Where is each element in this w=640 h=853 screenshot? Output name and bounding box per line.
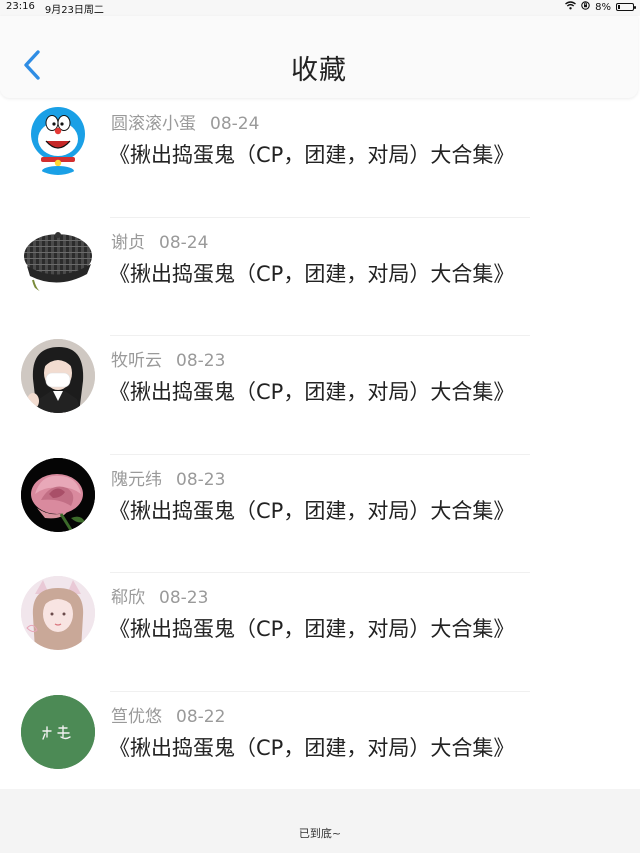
item-meta: 牧听云 08-23: [111, 346, 225, 371]
post-date: 08-22: [176, 706, 226, 727]
item-meta: 郗欣 08-23: [111, 583, 208, 608]
author-name: 郗欣: [111, 588, 145, 608]
author-name: 隗元纬: [111, 469, 162, 490]
avatar[interactable]: [21, 457, 95, 532]
status-date: 9月23日周二: [44, 5, 104, 16]
battery-icon: [616, 3, 636, 11]
avatar[interactable]: [21, 101, 95, 175]
list-item[interactable]: 圆滚滚小蛋 08-24 《揪出捣蛋鬼（CP，团建，对局）大合集》: [0, 99, 640, 218]
page-title: 收藏: [291, 55, 347, 86]
item-meta: 隗元纬 08-23: [111, 465, 225, 490]
status-time: 23:16: [6, 1, 35, 12]
orientation-lock-icon: [581, 1, 590, 13]
favorites-list: 圆滚滚小蛋 08-24 《揪出捣蛋鬼（CP，团建，对局）大合集》 谢贞 08-2…: [0, 99, 640, 810]
post-date: 08-23: [176, 469, 226, 490]
battery-percent: 8%: [595, 1, 611, 13]
wifi-icon: [565, 1, 577, 13]
item-meta: 谢贞 08-24: [111, 228, 208, 253]
item-title[interactable]: 《揪出捣蛋鬼（CP，团建，对局）大合集》: [109, 732, 514, 762]
item-title[interactable]: 《揪出捣蛋鬼（CP，团建，对局）大合集》: [109, 258, 514, 288]
list-item[interactable]: 隗元纬 08-23 《揪出捣蛋鬼（CP，团建，对局）大合集》: [0, 455, 640, 573]
nav-bar: 收藏: [0, 16, 638, 98]
author-name: 笪优悠: [111, 706, 162, 727]
list-footer: 已到底~: [0, 789, 640, 853]
avatar[interactable]: [21, 221, 95, 296]
item-meta: 圆滚滚小蛋 08-24: [111, 109, 259, 134]
author-name: 圆滚滚小蛋: [111, 114, 196, 134]
status-bar: 23:16 9月23日周二 8%: [0, 0, 640, 16]
item-title[interactable]: 《揪出捣蛋鬼（CP，团建，对局）大合集》: [109, 376, 514, 406]
avatar[interactable]: [21, 339, 95, 413]
item-title[interactable]: 《揪出捣蛋鬼（CP，团建，对局）大合集》: [109, 139, 514, 169]
avatar[interactable]: [21, 694, 95, 769]
list-item[interactable]: 牧听云 08-23 《揪出捣蛋鬼（CP，团建，对局）大合集》: [0, 336, 640, 455]
item-title[interactable]: 《揪出捣蛋鬼（CP，团建，对局）大合集》: [109, 495, 514, 525]
author-name: 牧听云: [111, 351, 162, 371]
post-date: 08-24: [159, 232, 209, 253]
avatar[interactable]: [21, 576, 95, 650]
post-date: 08-23: [176, 351, 226, 371]
author-name: 谢贞: [111, 232, 145, 253]
item-title[interactable]: 《揪出捣蛋鬼（CP，团建，对局）大合集》: [109, 613, 514, 643]
list-item[interactable]: 谢贞 08-24 《揪出捣蛋鬼（CP，团建，对局）大合集》: [0, 218, 640, 336]
end-of-list-text: 已到底~: [298, 827, 342, 840]
post-date: 08-23: [159, 588, 209, 608]
list-item[interactable]: 郗欣 08-23 《揪出捣蛋鬼（CP，团建，对局）大合集》: [0, 573, 640, 692]
post-date: 08-24: [210, 114, 260, 134]
item-meta: 笪优悠 08-22: [111, 702, 225, 727]
